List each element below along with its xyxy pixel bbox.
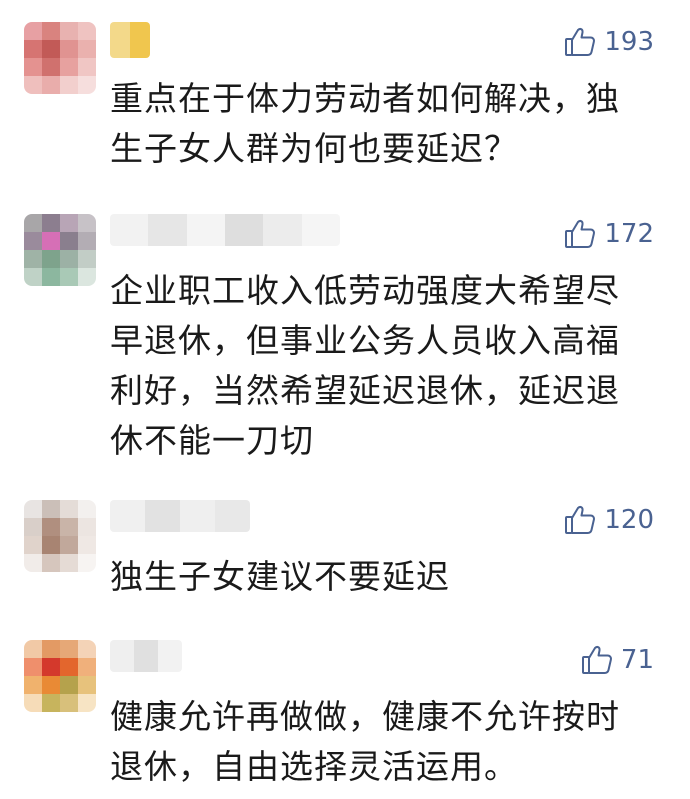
comment-text: 健康允许再做做，健康不允许按时退休，自由选择灵活运用。 [110,697,620,786]
like-count: 193 [604,27,654,57]
comment-text: 企业职工收入低劳动强度大希望尽早退休，但事业公务人员收入高福利好，当然希望延迟退… [110,271,620,460]
like-count: 71 [620,645,654,675]
avatar[interactable] [24,500,96,572]
like-button[interactable]: 193 [564,24,654,60]
like-count: 120 [604,505,654,535]
like-button[interactable]: 120 [564,502,654,538]
like-button[interactable]: 71 [581,642,654,678]
username-blurred[interactable] [110,500,250,532]
like-button[interactable]: 172 [564,216,654,252]
avatar[interactable] [24,640,96,712]
like-count: 172 [604,219,654,249]
thumbs-up-icon [565,505,596,534]
avatar[interactable] [24,214,96,286]
thumbs-up-icon [581,645,612,674]
comment-text: 重点在于体力劳动者如何解决，独生子女人群为何也要延迟？ [110,79,620,168]
username-blurred[interactable] [110,22,150,58]
username-blurred[interactable] [110,640,182,672]
comment-text: 独生子女建议不要延迟 [110,557,450,596]
username-blurred[interactable] [110,214,340,246]
avatar[interactable] [24,22,96,94]
thumbs-up-icon [565,219,596,248]
thumbs-up-icon [565,27,596,56]
